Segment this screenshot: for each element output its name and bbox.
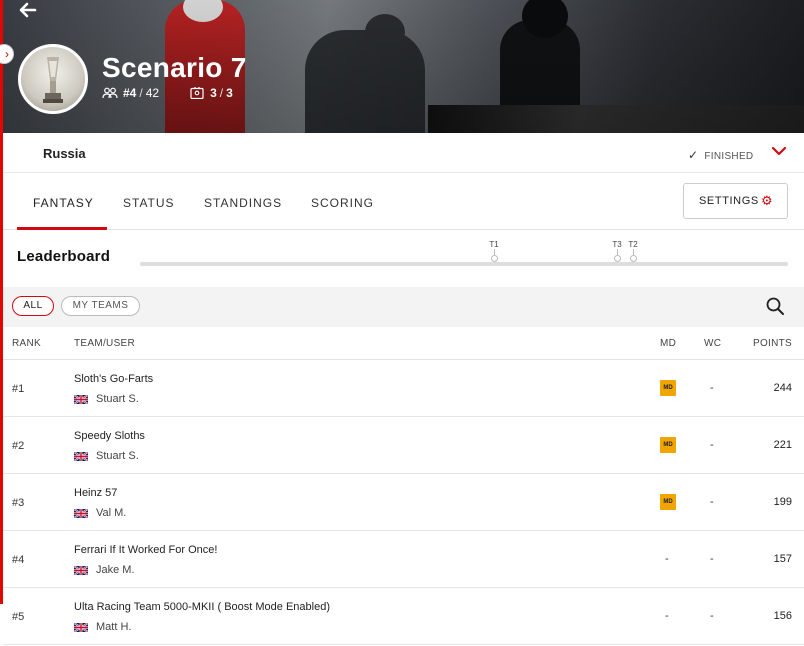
timeline-marker[interactable]: T1 — [484, 240, 504, 262]
md-badge-icon: MD — [660, 437, 676, 453]
md-badge-icon: MD — [660, 380, 676, 396]
tab-status[interactable]: STATUS — [123, 196, 175, 210]
uk-flag-icon — [74, 451, 88, 461]
hero-meta: #4 / 42 3 / 3 — [102, 86, 233, 100]
row-user-name: Jake M. — [96, 564, 135, 576]
row-wc: - — [710, 496, 714, 508]
row-md: - — [665, 553, 669, 565]
row-team-name[interactable]: Heinz 57 — [74, 487, 117, 499]
timeline-marker[interactable]: T2 — [623, 240, 643, 262]
timeline-dot — [490, 255, 498, 262]
users-icon — [102, 87, 118, 99]
uk-flag-icon — [74, 394, 88, 404]
teams-max: 3 — [226, 86, 233, 100]
filter-bar: ALL MY TEAMS — [3, 287, 804, 327]
row-team-name[interactable]: Ferrari If It Worked For Once! — [74, 544, 217, 556]
row-md: - — [665, 610, 669, 622]
col-wc: WC — [704, 338, 722, 349]
row-user: Jake M. — [74, 564, 135, 576]
uk-flag-icon — [74, 508, 88, 518]
chevron-down-icon[interactable] — [770, 142, 788, 160]
col-team-user: TEAM/USER — [74, 338, 136, 349]
check-icon: ✓ — [688, 148, 699, 162]
row-rank: #1 — [12, 383, 25, 395]
teams-used: 3 — [210, 86, 217, 100]
race-location-name: Russia — [43, 146, 86, 161]
tab-scoring[interactable]: SCORING — [311, 196, 374, 210]
race-location-bar[interactable]: Russia ✓ FINISHED — [0, 133, 804, 173]
team-badge-icon — [190, 87, 204, 99]
race-status-label: FINISHED — [704, 151, 754, 162]
row-wc: - — [710, 553, 714, 565]
user-total: 42 — [145, 86, 160, 100]
race-status: ✓ FINISHED — [688, 148, 753, 162]
row-team-name[interactable]: Speedy Sloths — [74, 430, 145, 442]
col-points: POINTS — [752, 338, 792, 349]
active-tab-indicator — [17, 227, 107, 230]
row-wc: - — [710, 439, 714, 451]
table-row[interactable]: #3 Heinz 57 Val M. MD - 199 — [3, 474, 804, 531]
session-timeline — [140, 262, 788, 266]
col-md: MD — [660, 338, 677, 349]
hero-banner: Scenario 7 #4 / 42 3 / 3 — [0, 0, 804, 133]
table-row[interactable]: #4 Ferrari If It Worked For Once! Jake M… — [3, 531, 804, 588]
tab-standings[interactable]: STANDINGS — [204, 196, 282, 210]
row-user-name: Stuart S. — [96, 450, 139, 462]
row-rank: #4 — [12, 554, 25, 566]
page: Scenario 7 #4 / 42 3 / 3 › Russia ✓ FINIS… — [0, 0, 804, 646]
uk-flag-icon — [74, 565, 88, 575]
trophy-avatar — [18, 44, 88, 114]
row-user-name: Matt H. — [96, 621, 132, 633]
timeline-marker-label: T2 — [628, 240, 638, 249]
leaderboard-title: Leaderboard — [17, 248, 111, 265]
row-user-name: Val M. — [96, 507, 127, 519]
uk-flag-icon — [74, 622, 88, 632]
row-user: Matt H. — [74, 621, 131, 633]
settings-button[interactable]: SETTINGS ⚙ — [683, 183, 788, 219]
left-accent-bar — [0, 0, 3, 604]
scenario-title: Scenario 7 — [102, 52, 247, 83]
row-wc: - — [710, 610, 714, 622]
user-rank: #4 — [123, 86, 137, 100]
timeline-marker-label: T1 — [489, 240, 499, 249]
teams-separator: / — [219, 86, 224, 100]
table-header: RANK TEAM/USER MD WC POINTS — [3, 327, 804, 360]
rank-separator: / — [139, 86, 143, 100]
timeline-dot — [613, 255, 621, 262]
row-points: 157 — [773, 553, 792, 565]
row-user-name: Stuart S. — [96, 393, 139, 405]
row-team-name[interactable]: Ulta Racing Team 5000-MKII ( Boost Mode … — [74, 601, 330, 613]
row-rank: #2 — [12, 440, 25, 452]
row-points: 156 — [773, 610, 792, 622]
back-arrow-icon[interactable] — [18, 0, 42, 24]
table-row[interactable]: #1 Sloth's Go-Farts Stuart S. MD - 244 — [3, 360, 804, 417]
timeline-marker-label: T3 — [612, 240, 622, 249]
row-wc: - — [710, 382, 714, 394]
table-row[interactable]: #5 Ulta Racing Team 5000-MKII ( Boost Mo… — [3, 588, 804, 645]
col-rank: RANK — [12, 338, 41, 349]
row-points: 199 — [773, 496, 792, 508]
row-user: Stuart S. — [74, 393, 139, 405]
row-team-name[interactable]: Sloth's Go-Farts — [74, 373, 153, 385]
settings-label: SETTINGS — [699, 195, 759, 207]
row-rank: #3 — [12, 497, 25, 509]
md-badge-icon: MD — [660, 494, 676, 510]
filter-all-button[interactable]: ALL — [12, 296, 54, 316]
row-user: Stuart S. — [74, 450, 139, 462]
filter-my-teams-button[interactable]: MY TEAMS — [61, 296, 140, 316]
timeline-dot — [629, 255, 637, 262]
search-icon[interactable] — [765, 296, 785, 316]
tab-fantasy[interactable]: FANTASY — [33, 196, 94, 210]
row-points: 244 — [773, 382, 792, 394]
table-row[interactable]: #2 Speedy Sloths Stuart S. MD - 221 — [3, 417, 804, 474]
row-points: 221 — [773, 439, 792, 451]
gear-icon: ⚙ — [761, 193, 774, 208]
row-user: Val M. — [74, 507, 126, 519]
row-rank: #5 — [12, 611, 25, 623]
